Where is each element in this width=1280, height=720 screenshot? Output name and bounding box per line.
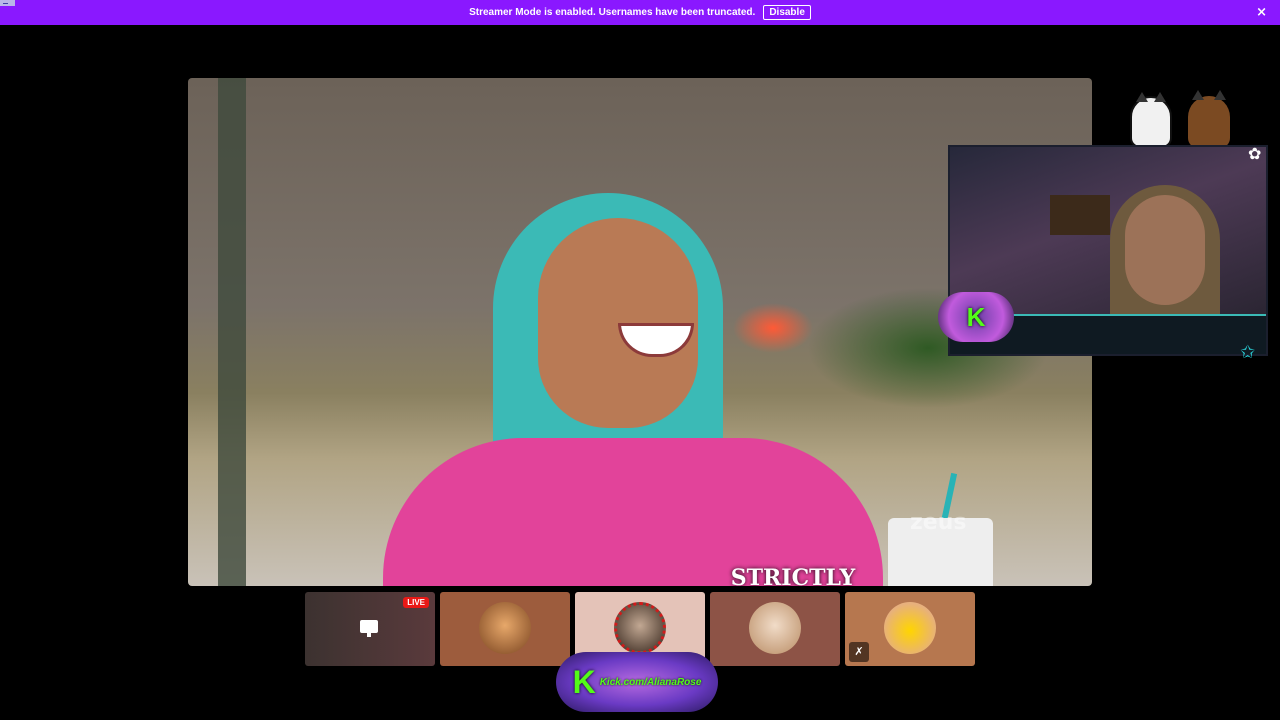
kick-channel-url: Kick.com/AlianaRose — [599, 676, 702, 688]
participant-tile[interactable]: ✗ — [845, 592, 975, 666]
cam-shelf — [1050, 195, 1110, 235]
cat-sticker-calico-icon — [1188, 90, 1230, 148]
avatar — [614, 602, 666, 654]
disable-streamer-mode-button[interactable]: Disable — [763, 5, 811, 20]
background-pole — [218, 78, 246, 586]
kick-channel-logo: K Kick.com/AlianaRose — [556, 652, 718, 712]
avatar — [749, 602, 801, 654]
participant-tile[interactable] — [710, 592, 840, 666]
live-badge: LIVE — [403, 597, 429, 608]
hoodie-print-text: STRICTLY — [730, 565, 856, 586]
flower-icon: ✿ — [1248, 144, 1262, 163]
cam-person-face — [1125, 195, 1205, 305]
window-menu-icon[interactable] — [0, 0, 15, 6]
video-watermark: zeus — [910, 510, 967, 535]
banner-message: Streamer Mode is enabled. Usernames have… — [469, 7, 756, 18]
mic-muted-icon: ✗ — [849, 642, 869, 662]
screen-share-icon — [360, 620, 378, 637]
participant-tile-screenshare[interactable]: LIVE — [305, 592, 435, 666]
star-icon: ✩ — [1240, 342, 1256, 363]
cat-sticker-white-icon — [1130, 92, 1172, 148]
kick-badge-logo: K — [938, 292, 1014, 342]
avatar — [884, 602, 936, 654]
close-icon[interactable]: × — [1256, 5, 1267, 20]
kick-logo-letter: K — [572, 663, 596, 700]
streamer-mode-banner: Streamer Mode is enabled. Usernames have… — [0, 0, 1280, 25]
participant-tile[interactable] — [440, 592, 570, 666]
avatar — [479, 602, 531, 654]
